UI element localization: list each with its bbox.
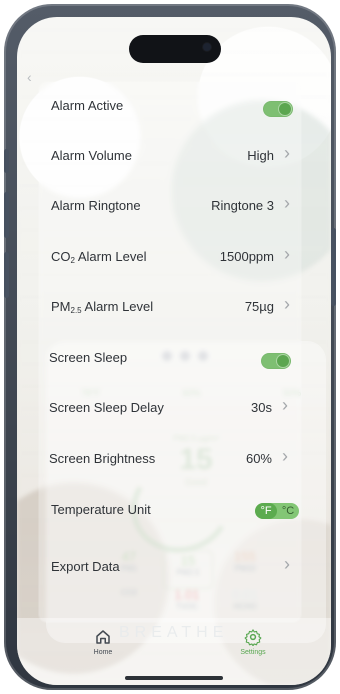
screen-sleep-row[interactable]: Screen Sleep: [37, 334, 299, 384]
screen-brightness-row[interactable]: Screen Brightness 60% ›: [37, 435, 299, 485]
tab-bar: Home Settings: [17, 618, 331, 685]
fahrenheit-option[interactable]: °F: [255, 503, 277, 519]
screen-sleep-delay-label: Screen Sleep Delay: [49, 400, 164, 415]
co2-alarm-level-row[interactable]: CO2 Alarm Level 1500ppm ›: [39, 233, 301, 283]
gear-icon: [244, 629, 262, 646]
phone-frame: ‹ 78°F 60% 50% PM2.5 µg/m³ 15 Good 47 PM…: [4, 4, 336, 690]
tab-home-label: Home: [93, 649, 113, 656]
side-button: [4, 149, 9, 173]
screen-sleep-delay-row[interactable]: Screen Sleep Delay 30s ›: [37, 384, 299, 434]
alarm-volume-value: High: [247, 148, 274, 163]
toggle-knob: [277, 355, 289, 367]
chevron-right-icon: ›: [282, 446, 288, 466]
co2-label-prefix: CO: [51, 249, 71, 264]
screen-brightness-label: Screen Brightness: [49, 451, 156, 466]
screen-sleep-delay-value: 30s: [251, 400, 272, 415]
dynamic-island: [129, 35, 221, 63]
home-icon: [96, 630, 110, 644]
export-data-row[interactable]: Export Data ›: [39, 543, 301, 593]
co2-alarm-level-value: 1500ppm: [219, 249, 274, 264]
pm25-alarm-level-row[interactable]: PM2.5 Alarm Level 75µg ›: [39, 283, 301, 333]
export-data-label: Export Data: [51, 559, 120, 574]
alarm-active-label: Alarm Active: [51, 98, 124, 113]
pm25-label-prefix: PM: [51, 299, 71, 314]
celsius-option[interactable]: °C: [277, 503, 299, 519]
alarm-ringtone-value: Ringtone 3: [211, 198, 274, 213]
chevron-right-icon: ›: [284, 143, 290, 163]
pm25-label-subscript: 2.5: [70, 306, 82, 315]
pm25-label-suffix: Alarm Level: [81, 299, 154, 314]
settings-panel: Alarm Active Alarm Volume High › Alarm R…: [39, 82, 301, 622]
screen-sleep-toggle[interactable]: [261, 353, 291, 369]
co2-alarm-level-label: CO2 Alarm Level: [51, 249, 147, 265]
chevron-right-icon: ›: [284, 554, 290, 574]
alarm-volume-label: Alarm Volume: [51, 148, 132, 163]
tab-settings[interactable]: Settings: [223, 628, 283, 666]
alarm-ringtone-label: Alarm Ringtone: [51, 198, 141, 213]
temperature-unit-switch[interactable]: °F °C: [255, 503, 299, 519]
alarm-ringtone-row[interactable]: Alarm Ringtone Ringtone 3 ›: [39, 182, 301, 232]
home-indicator[interactable]: [125, 676, 223, 680]
pm25-alarm-level-label: PM2.5 Alarm Level: [51, 299, 153, 315]
tab-settings-label: Settings: [240, 649, 266, 656]
camera-icon: [203, 43, 211, 51]
screen-sleep-label: Screen Sleep: [49, 350, 128, 365]
toggle-knob: [279, 103, 291, 115]
chevron-left-icon[interactable]: ‹: [27, 69, 32, 85]
alarm-active-toggle[interactable]: [263, 101, 293, 117]
temperature-unit-label: Temperature Unit: [51, 502, 151, 517]
screen-brightness-value: 60%: [245, 451, 272, 466]
volume-down-button: [4, 252, 9, 298]
power-button: [331, 228, 336, 306]
chevron-right-icon: ›: [284, 294, 290, 314]
chevron-right-icon: ›: [284, 193, 290, 213]
temperature-unit-row[interactable]: Temperature Unit °F °C: [39, 486, 301, 536]
alarm-active-row[interactable]: Alarm Active: [39, 82, 301, 132]
co2-label-suffix: Alarm Level: [74, 249, 147, 264]
phone-screen: ‹ 78°F 60% 50% PM2.5 µg/m³ 15 Good 47 PM…: [17, 17, 331, 685]
alarm-volume-row[interactable]: Alarm Volume High ›: [39, 132, 301, 182]
chevron-right-icon: ›: [284, 244, 290, 264]
chevron-right-icon: ›: [282, 395, 288, 415]
volume-up-button: [4, 192, 9, 238]
tab-home[interactable]: Home: [73, 628, 133, 666]
pm25-alarm-level-value: 75µg: [244, 299, 274, 314]
